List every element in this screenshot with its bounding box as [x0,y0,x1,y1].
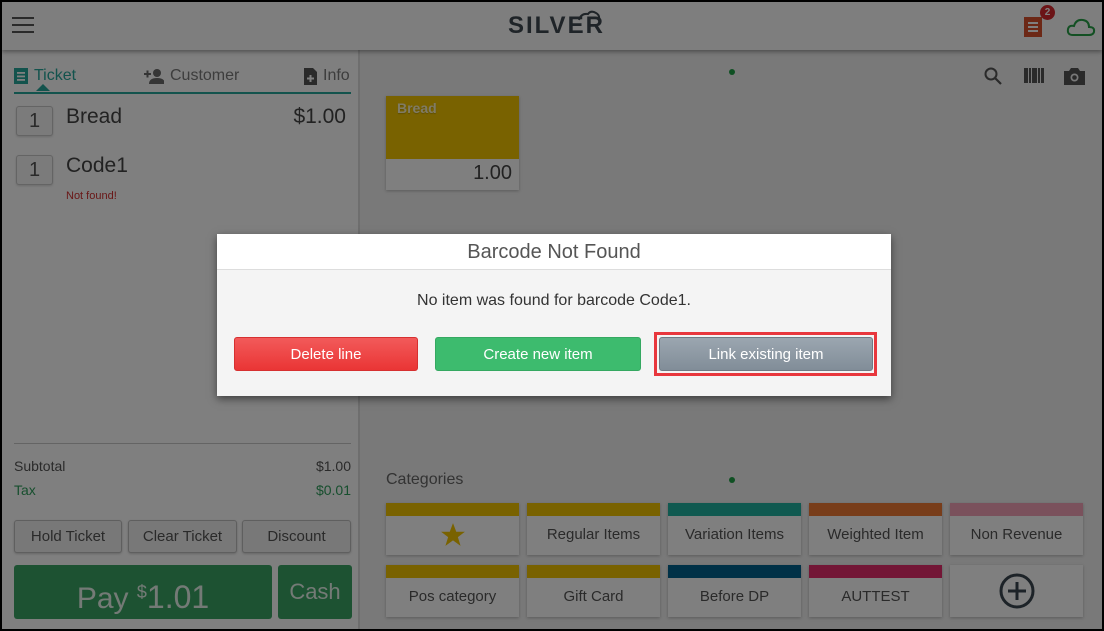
dialog-title: Barcode Not Found [217,234,891,270]
link-existing-item-button[interactable]: Link existing item [659,337,873,371]
delete-line-button[interactable]: Delete line [234,337,418,371]
barcode-not-found-dialog: Barcode Not Found No item was found for … [217,234,891,396]
create-new-item-button[interactable]: Create new item [435,337,641,371]
dialog-message: No item was found for barcode Code1. [417,292,691,309]
